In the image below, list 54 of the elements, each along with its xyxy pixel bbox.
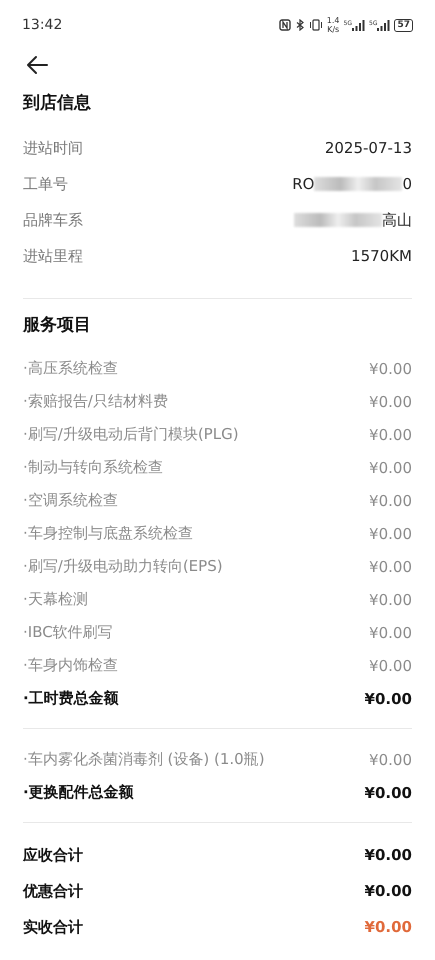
service-item: ·空调系统检查 xyxy=(23,491,118,510)
field-value: 2025-07-13 xyxy=(324,139,412,157)
service-item: ·刷写/升级电动后背门模块(PLG) xyxy=(23,425,239,444)
field-value: 高山 xyxy=(382,210,412,230)
network-speed: 1.4 xyxy=(326,16,340,25)
total-amount: ¥0.00 xyxy=(364,882,412,900)
item-price: ¥0.00 xyxy=(369,360,412,378)
item-price: ¥0.00 xyxy=(369,524,412,542)
total-label: 实收合计 xyxy=(23,918,83,936)
back-arrow-icon xyxy=(25,55,49,75)
total-amount: ¥0.00 xyxy=(364,918,412,936)
field-label: 工单号 xyxy=(23,174,68,194)
service-item: ·天幕检测 xyxy=(23,590,88,609)
field-label: 品牌车系 xyxy=(23,210,83,230)
item-price: ¥0.00 xyxy=(369,426,412,444)
speed-unit: K/s xyxy=(327,25,340,34)
signal-icon xyxy=(352,20,365,30)
clock-time: 13:42 xyxy=(22,17,62,33)
battery-level: 57 xyxy=(397,20,410,30)
field-value: 1570KM xyxy=(351,247,412,265)
total-label: 优惠合计 xyxy=(23,882,83,900)
field-label: 进站里程 xyxy=(23,246,83,266)
item-price: ¥0.00 xyxy=(369,656,412,674)
subtotal-amount: ¥0.00 xyxy=(364,690,412,708)
field-value: RO xyxy=(292,175,314,193)
service-item: ·车内雾化杀菌消毒剂 (设备) (1.0瓶) xyxy=(23,750,265,769)
vibrate-icon xyxy=(308,19,323,31)
item-price: ¥0.00 xyxy=(369,624,412,642)
item-price: ¥0.00 xyxy=(369,458,412,476)
service-item: ·车身控制与底盘系统检查 xyxy=(23,524,193,543)
back-button[interactable] xyxy=(25,53,49,77)
item-price: ¥0.00 xyxy=(369,558,412,576)
item-price: ¥0.00 xyxy=(369,590,412,608)
total-label: 应收合计 xyxy=(23,846,83,864)
field-value: 0 xyxy=(402,175,412,193)
item-price: ¥0.00 xyxy=(369,392,412,410)
subtotal-amount: ¥0.00 xyxy=(364,784,412,802)
service-item: ·高压系统检查 xyxy=(23,359,118,378)
item-price: ¥0.00 xyxy=(369,492,412,510)
subtotal-label: ·更换配件总金额 xyxy=(23,783,134,802)
service-item: ·IBC软件刷写 xyxy=(23,623,113,642)
service-item: ·刷写/升级电动助力转向(EPS) xyxy=(23,557,223,576)
field-label: 进站时间 xyxy=(23,138,83,158)
bluetooth-icon xyxy=(294,19,305,31)
section-title: 服务项目 xyxy=(23,314,92,336)
total-amount: ¥0.00 xyxy=(364,846,412,864)
nfc-icon xyxy=(278,19,291,31)
section-title: 到店信息 xyxy=(23,92,92,114)
signal-icon xyxy=(377,20,390,30)
service-item: ·制动与转向系统检查 xyxy=(23,458,163,477)
service-item: ·车身内饰检查 xyxy=(23,656,118,675)
service-item: ·索赔报告/只结材料费 xyxy=(23,392,168,411)
item-price: ¥0.00 xyxy=(369,750,412,768)
subtotal-label: ·工时费总金额 xyxy=(23,689,119,708)
